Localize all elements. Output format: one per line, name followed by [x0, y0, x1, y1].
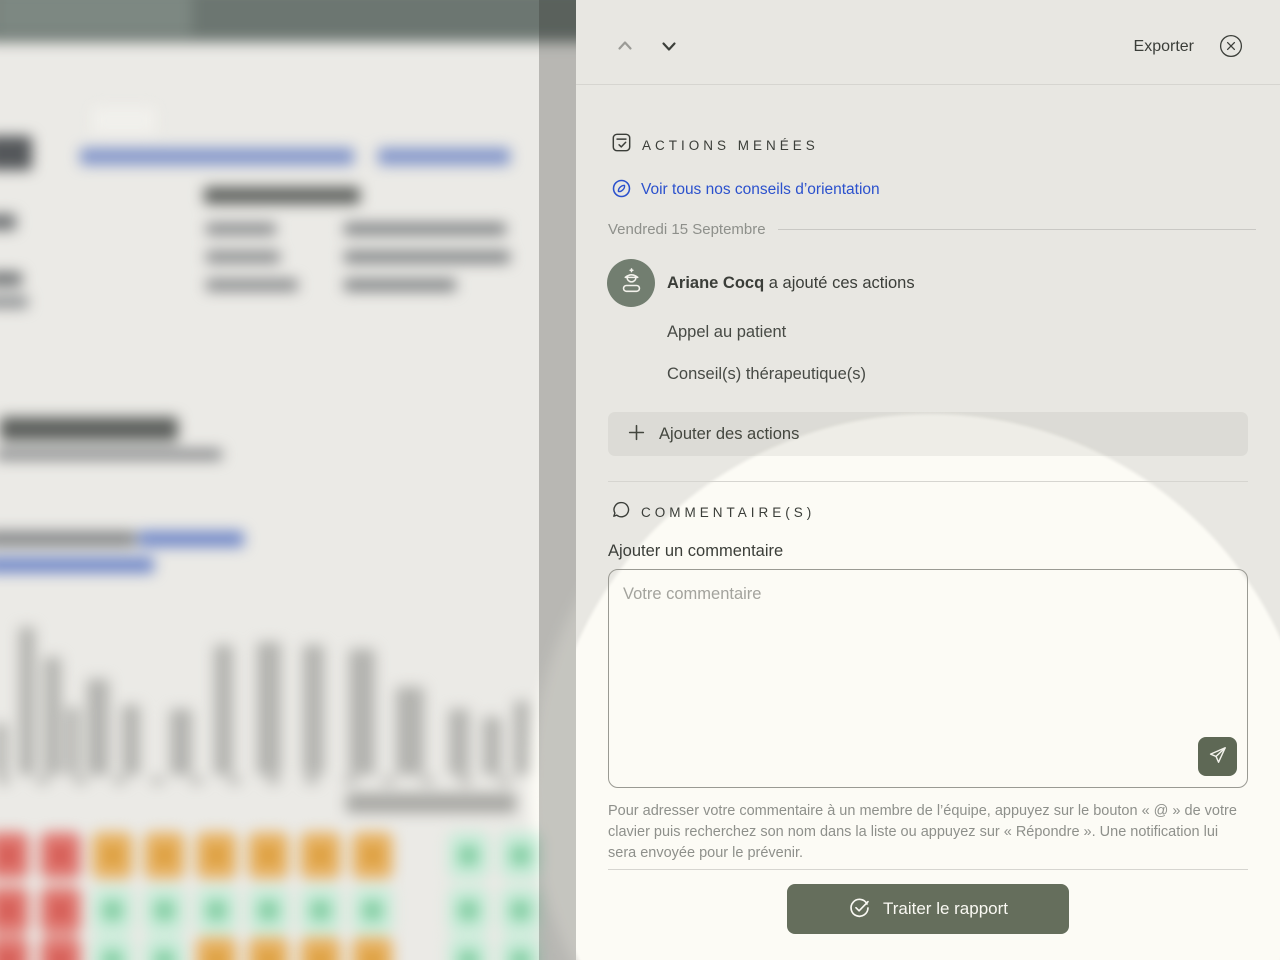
actions-section-header: ACTIONS MENÉES	[611, 132, 819, 158]
check-circle-icon	[848, 896, 871, 922]
close-icon	[1219, 34, 1243, 61]
compass-icon	[611, 178, 632, 202]
add-actions-label: Ajouter des actions	[659, 424, 800, 443]
report-form-icon	[611, 132, 632, 158]
author-suffix: a ajouté ces actions	[764, 273, 915, 292]
author-row: Ariane Cocq a ajouté ces actions	[607, 259, 915, 307]
chevron-down-icon	[657, 34, 681, 61]
screen: Exporter ACTIONS MENÉES Voir tous nos co…	[0, 0, 1280, 960]
send-comment-button[interactable]	[1198, 737, 1237, 776]
footer-divider	[608, 869, 1248, 870]
comments-section-header: COMMENTAIRE(S)	[611, 500, 815, 525]
export-button[interactable]: Exporter	[1134, 38, 1194, 56]
orientation-advice-link[interactable]: Voir tous nos conseils d’orientation	[611, 178, 880, 202]
add-actions-button[interactable]: Ajouter des actions	[608, 412, 1248, 456]
comments-section-title: COMMENTAIRE(S)	[641, 505, 816, 520]
author-name: Ariane Cocq	[667, 273, 765, 292]
date-separator: Vendredi 15 Septembre	[608, 221, 1256, 238]
mention-helper-text: Pour adresser votre commentaire à un mem…	[608, 803, 1237, 861]
orientation-advice-label: Voir tous nos conseils d’orientation	[641, 181, 880, 198]
section-divider	[608, 481, 1248, 482]
actions-section-title: ACTIONS MENÉES	[642, 137, 819, 153]
action-item: Conseil(s) thérapeutique(s)	[667, 365, 867, 383]
author-avatar	[607, 259, 655, 307]
chat-bubble-icon	[611, 500, 631, 525]
topbar-divider	[576, 84, 1280, 85]
report-side-panel: Exporter ACTIONS MENÉES Voir tous nos co…	[576, 0, 1280, 960]
next-report-button[interactable]	[656, 34, 682, 60]
chevron-up-icon	[613, 34, 637, 61]
plus-icon	[627, 423, 646, 445]
panel-edge-shadow	[539, 0, 576, 960]
pharmacist-icon	[618, 267, 645, 299]
process-report-button[interactable]: Traiter le rapport	[787, 884, 1069, 934]
process-report-label: Traiter le rapport	[882, 899, 1009, 918]
close-panel-button[interactable]	[1218, 34, 1244, 60]
comment-box	[608, 569, 1248, 788]
comment-textarea[interactable]	[608, 569, 1248, 788]
panel-topbar: Exporter	[576, 0, 1280, 84]
date-label: Vendredi 15 Septembre	[608, 221, 766, 238]
send-icon	[1207, 745, 1228, 769]
previous-report-button[interactable]	[612, 34, 638, 60]
author-line: Ariane Cocq a ajouté ces actions	[667, 274, 915, 293]
date-separator-line	[777, 229, 1256, 230]
add-comment-label: Ajouter un commentaire	[608, 542, 784, 560]
action-item: Appel au patient	[667, 323, 787, 341]
